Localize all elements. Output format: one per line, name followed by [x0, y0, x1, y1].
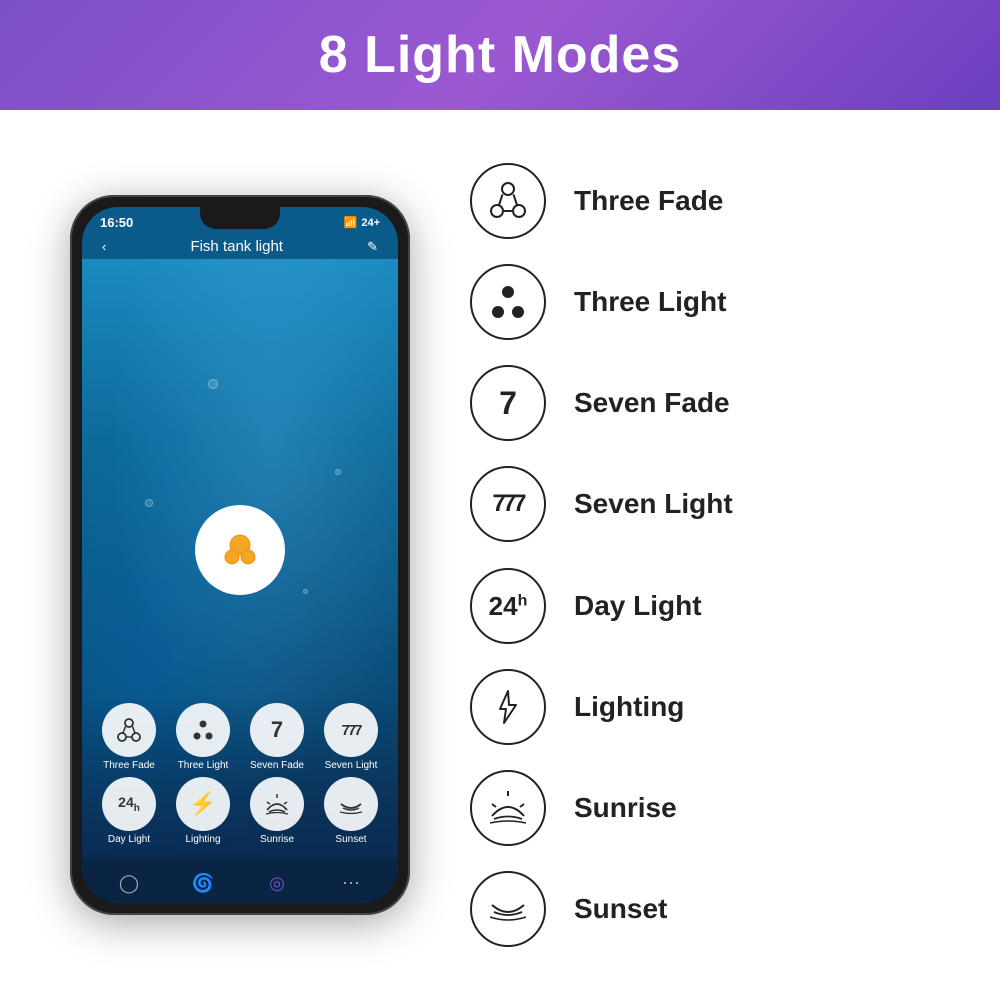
seven-fade-name: Seven Fade: [574, 387, 730, 419]
three-light-label: Three Light: [178, 760, 229, 771]
phone-nav: ‹ Fish tank light ✎: [82, 234, 398, 259]
sunrise-name: Sunrise: [574, 792, 677, 824]
btn-seven-fade[interactable]: 7 Seven Fade: [250, 703, 304, 771]
btn-three-light[interactable]: Three Light: [176, 703, 230, 771]
three-fade-circle: [470, 163, 546, 239]
three-fade-name: Three Fade: [574, 185, 723, 217]
phone-notch: [200, 207, 280, 229]
seven-fade-number: 7: [499, 387, 517, 419]
main-content: 16:50 📶 24+ ‹ Fish tank light ✎: [0, 110, 1000, 1000]
day-light-circle: 24h: [470, 568, 546, 644]
phone-bottom-tabs: ◯ 🌀 ◎ ⋯: [82, 859, 398, 903]
sunset-circle: [470, 871, 546, 947]
seven-light-number: 777: [492, 492, 523, 516]
app-title: Fish tank light: [190, 238, 283, 255]
btn-sunset[interactable]: Sunset: [324, 777, 378, 845]
back-icon[interactable]: ‹: [102, 239, 106, 254]
seven-light-name: Seven Light: [574, 488, 733, 520]
sunrise-label: Sunrise: [260, 834, 294, 845]
tab-home[interactable]: ◯: [113, 867, 145, 899]
seven-light-icon: 777: [324, 703, 378, 757]
seven-light-label: Seven Light: [325, 760, 378, 771]
mode-row-2: 24h Day Light ⚡ Lighting: [92, 777, 388, 845]
phone-device: 16:50 📶 24+ ‹ Fish tank light ✎: [70, 195, 410, 915]
sunset-name: Sunset: [574, 893, 667, 925]
day-light-label: Day Light: [108, 834, 150, 845]
header: 8 Light Modes: [0, 0, 1000, 110]
tab-palette[interactable]: 🌀: [187, 867, 219, 899]
mode-item-three-fade: Three Fade: [470, 159, 970, 243]
mode-item-seven-light: 777 Seven Light: [470, 462, 970, 546]
status-bar: 16:50 📶 24+: [82, 207, 398, 234]
tab-more[interactable]: ⋯: [335, 867, 367, 899]
seven-fade-label: Seven Fade: [250, 760, 304, 771]
tab-modes[interactable]: ◎: [261, 867, 293, 899]
lighting-icon: ⚡: [176, 777, 230, 831]
btn-seven-light[interactable]: 777 Seven Light: [324, 703, 378, 771]
mode-buttons: Three Fade: [82, 695, 398, 859]
btn-day-light[interactable]: 24h Day Light: [102, 777, 156, 845]
day-light-name: Day Light: [574, 590, 702, 622]
sunrise-icon: [250, 777, 304, 831]
day-light-number: 24h: [489, 593, 528, 619]
aquarium-background: Three Fade: [82, 259, 398, 859]
modes-list: Three Fade Three Light 7 Seven Fade 77: [470, 130, 970, 980]
seven-fade-circle: 7: [470, 365, 546, 441]
phone-screen: 16:50 📶 24+ ‹ Fish tank light ✎: [82, 207, 398, 903]
three-fade-label: Three Fade: [103, 760, 155, 771]
three-light-icon: [176, 703, 230, 757]
wifi-icon: 📶: [344, 216, 358, 229]
sunset-label: Sunset: [335, 834, 366, 845]
mode-item-seven-fade: 7 Seven Fade: [470, 361, 970, 445]
page-title: 8 Light Modes: [319, 25, 682, 85]
mode-item-sunset: Sunset: [470, 867, 970, 951]
btn-sunrise[interactable]: Sunrise: [250, 777, 304, 845]
sunset-icon: [324, 777, 378, 831]
three-light-name: Three Light: [574, 286, 726, 318]
lighting-name: Lighting: [574, 691, 684, 723]
phone-section: 16:50 📶 24+ ‹ Fish tank light ✎: [30, 130, 450, 980]
three-light-circle: [470, 264, 546, 340]
bubble: [335, 469, 341, 475]
seven-light-circle: 777: [470, 466, 546, 542]
lighting-circle: [470, 669, 546, 745]
three-fade-icon: [102, 703, 156, 757]
edit-icon[interactable]: ✎: [367, 239, 378, 255]
btn-lighting[interactable]: ⚡ Lighting: [176, 777, 230, 845]
mode-item-day-light: 24h Day Light: [470, 564, 970, 648]
mode-item-sunrise: Sunrise: [470, 766, 970, 850]
battery-icon: 24+: [361, 217, 380, 229]
mode-row-1: Three Fade: [92, 703, 388, 771]
central-mode-icon: [195, 505, 285, 595]
status-icons: 📶 24+: [344, 216, 380, 229]
mode-item-lighting: Lighting: [470, 665, 970, 749]
btn-three-fade[interactable]: Three Fade: [102, 703, 156, 771]
lighting-label: Lighting: [185, 834, 220, 845]
day-light-icon: 24h: [102, 777, 156, 831]
seven-fade-icon: 7: [250, 703, 304, 757]
mode-item-three-light: Three Light: [470, 260, 970, 344]
sunrise-circle: [470, 770, 546, 846]
phone-time: 16:50: [100, 215, 133, 230]
